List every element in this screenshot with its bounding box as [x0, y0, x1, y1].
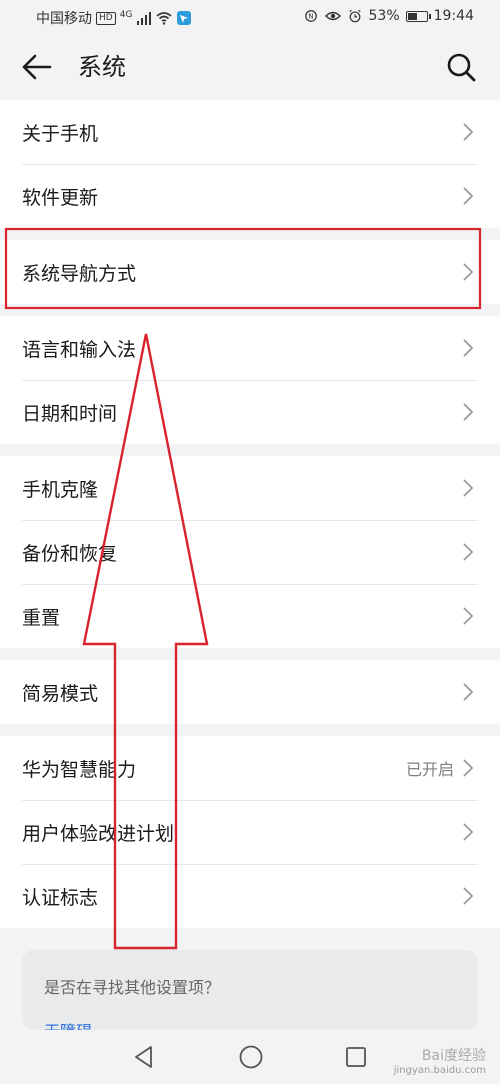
watermark-brand: Bai度经验 [421, 1048, 486, 1064]
nav-back-icon[interactable] [132, 1044, 156, 1070]
vibrate-icon: N [304, 10, 317, 22]
chevron-right-icon [463, 607, 474, 625]
app-notification-icon [177, 11, 192, 25]
group-separator [0, 304, 500, 316]
carrier-name: 中国移动 [36, 11, 92, 27]
settings-row[interactable]: 用户体验改进计划 [0, 800, 500, 864]
battery-percent: 53% [368, 8, 400, 24]
signal-icon [137, 12, 152, 25]
settings-row-label: 系统导航方式 [22, 262, 137, 285]
status-left: 中国移动 HD 4G [36, 8, 192, 28]
svg-text:N: N [308, 13, 313, 21]
wifi-icon [156, 12, 172, 25]
settings-row[interactable]: 日期和时间 [0, 380, 500, 444]
settings-row[interactable]: 软件更新 [0, 164, 500, 228]
settings-list: 关于手机 软件更新 系统导航方式 语言和输入法 日期和时间 手机克隆 备份和恢复 重置 简易模式… [0, 100, 500, 928]
settings-group: 华为智慧能力 已开启用户体验改进计划 认证标志 [0, 736, 500, 928]
battery-icon [405, 10, 431, 22]
chevron-right-icon [463, 543, 474, 561]
navigation-bar: Bai度经验 jingyan.baidu.com [0, 1030, 500, 1084]
settings-row-label: 软件更新 [22, 186, 99, 209]
nav-home-icon[interactable] [238, 1044, 264, 1070]
chevron-right-icon [463, 759, 474, 777]
app-bar: 系统 [0, 34, 500, 100]
settings-row-label: 手机克隆 [22, 478, 99, 501]
settings-row[interactable]: 重置 [0, 584, 500, 648]
chevron-right-icon [463, 123, 474, 141]
page-title: 系统 [78, 53, 126, 81]
group-separator [0, 444, 500, 456]
network-type: 4G [119, 10, 133, 20]
settings-group: 手机克隆备份和恢复重置 [0, 456, 500, 648]
settings-row-label: 简易模式 [22, 682, 99, 705]
settings-row-label: 用户体验改进计划 [22, 822, 175, 845]
settings-group: 语言和输入法 日期和时间 [0, 316, 500, 444]
group-separator [0, 724, 500, 736]
clock: 19:44 [433, 8, 474, 24]
chevron-right-icon [463, 683, 474, 701]
settings-row[interactable]: 语言和输入法 [0, 316, 500, 380]
accessibility-link[interactable]: 无障碍 [44, 1018, 92, 1030]
search-icon[interactable] [444, 50, 478, 84]
suggestion-card: 是否在寻找其他设置项？ 无障碍 [22, 950, 478, 1030]
watermark-url: jingyan.baidu.com [393, 1065, 486, 1076]
settings-row[interactable]: 华为智慧能力 已开启 [0, 736, 500, 800]
chevron-right-icon [463, 823, 474, 841]
settings-row-label: 日期和时间 [22, 402, 118, 425]
group-separator [0, 648, 500, 660]
chevron-right-icon [463, 339, 474, 357]
settings-row-label: 华为智慧能力 [22, 758, 137, 781]
back-arrow-icon[interactable] [18, 50, 56, 84]
battery-fill [407, 12, 417, 20]
chevron-right-icon [463, 187, 474, 205]
settings-row[interactable]: 认证标志 [0, 864, 500, 928]
alarm-icon [348, 9, 361, 23]
chevron-right-icon [463, 887, 474, 905]
nav-recent-apps-icon[interactable] [344, 1045, 368, 1069]
settings-row[interactable]: 简易模式 [0, 660, 500, 724]
settings-group: 简易模式 [0, 660, 500, 724]
eye-comfort-icon [324, 11, 341, 21]
chevron-right-icon [463, 479, 474, 497]
settings-group: 关于手机 软件更新 [0, 100, 500, 228]
settings-row-label: 关于手机 [22, 122, 99, 145]
settings-row-label: 重置 [22, 606, 61, 629]
status-bar: 中国移动 HD 4G N 53% 19:44 [0, 0, 500, 34]
hd-badge: HD [96, 11, 116, 25]
suggestion-question: 是否在寻找其他设置项？ [44, 978, 221, 997]
settings-row[interactable]: 系统导航方式 [0, 240, 500, 304]
settings-row[interactable]: 备份和恢复 [0, 520, 500, 584]
settings-row[interactable]: 关于手机 [0, 100, 500, 164]
settings-group: 系统导航方式 [0, 240, 500, 304]
settings-row[interactable]: 手机克隆 [0, 456, 500, 520]
settings-row-label: 认证标志 [22, 886, 99, 909]
settings-row-status: 已开启 [405, 760, 454, 779]
group-separator [0, 228, 500, 240]
watermark: Bai度经验 jingyan.baidu.com [394, 1045, 486, 1076]
status-right: N 53% 19:44 [303, 8, 474, 24]
settings-row-label: 语言和输入法 [22, 338, 137, 361]
chevron-right-icon [463, 263, 474, 281]
chevron-right-icon [463, 403, 474, 421]
settings-row-label: 备份和恢复 [22, 542, 118, 565]
